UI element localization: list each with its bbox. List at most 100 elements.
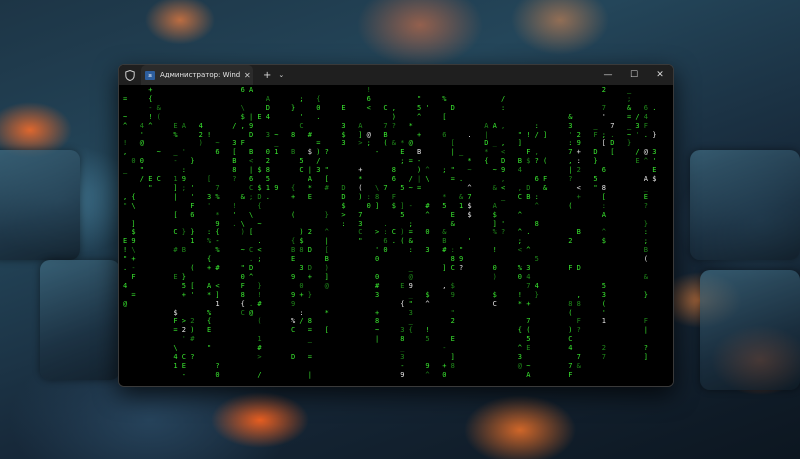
matrix-glyph: C (156, 175, 161, 183)
matrix-glyph: 7 (576, 353, 581, 361)
matrix-glyph: = (123, 94, 128, 103)
minimize-button[interactable]: — (595, 70, 621, 80)
matrix-glyph: \ (240, 103, 245, 112)
matrix-glyph: $ (307, 148, 313, 157)
matrix-glyph: , (517, 183, 523, 192)
matrix-glyph: { (207, 255, 212, 264)
maximize-button[interactable]: ☐ (621, 70, 647, 80)
matrix-glyph: & (391, 139, 397, 148)
matrix-glyph: B (232, 157, 237, 166)
matrix-glyph: _ (123, 166, 128, 175)
matrix-glyph: E (635, 157, 640, 166)
matrix-glyph: ' (181, 148, 187, 157)
matrix-glyph: 2 (601, 344, 607, 353)
matrix-glyph: * (207, 290, 212, 299)
matrix-glyph: & (627, 103, 632, 112)
matrix-glyph: $ (391, 201, 397, 210)
shield-icon (124, 69, 135, 81)
chevron-down-icon[interactable]: ⌄ (278, 71, 284, 79)
matrix-glyph: 7 (526, 281, 531, 290)
matrix-glyph: | (307, 166, 313, 175)
matrix-glyph: # (425, 201, 430, 210)
matrix-glyph: . (610, 130, 615, 139)
matrix-glyph: : (534, 192, 539, 201)
matrix-glyph: , (123, 192, 128, 201)
matrix-glyph: 6 (534, 175, 539, 183)
matrix-glyph: | (324, 237, 329, 246)
matrix-glyph: C (299, 121, 304, 130)
matrix-glyph: { (291, 183, 296, 192)
matrix-glyph: $ (341, 201, 346, 210)
matrix-glyph: { (148, 94, 153, 103)
matrix-glyph: D (450, 103, 455, 112)
matrix-glyph: A (492, 201, 497, 210)
matrix-glyph: " (358, 237, 363, 246)
matrix-glyph: ] (442, 264, 447, 272)
new-tab-button[interactable]: + (263, 70, 271, 81)
matrix-glyph: . (526, 228, 531, 237)
matrix-glyph: < (366, 103, 371, 112)
matrix-glyph: 9 (425, 361, 430, 370)
matrix-glyph: ! (492, 246, 497, 255)
matrix-glyph: # (190, 335, 195, 344)
matrix-glyph: ) (391, 112, 397, 121)
matrix-glyph: } (643, 219, 649, 228)
matrix-glyph: ? (459, 264, 464, 272)
keyboard-key (0, 150, 80, 260)
tab-powershell[interactable]: ≥ Администратор: Windows PowerShell ✕ (141, 65, 253, 85)
matrix-glyph: { (400, 299, 405, 308)
matrix-glyph: * (484, 148, 489, 157)
matrix-glyph: % (492, 228, 497, 237)
matrix-glyph: 4 (173, 353, 178, 361)
matrix-glyph: * (517, 299, 523, 308)
matrix-glyph: _ (459, 148, 464, 157)
matrix-glyph: B (576, 228, 581, 237)
matrix-glyph: ' (425, 103, 430, 112)
matrix-glyph: . (652, 103, 657, 112)
terminal-output[interactable]: = ~ ^!, _, " E! ". 4 @0{\] $9 \ + - F = 4 ' @0 " / +{-! ^ E " &(… (119, 85, 673, 386)
matrix-glyph: 1 (173, 175, 178, 183)
matrix-glyph: ^ (425, 370, 430, 379)
matrix-glyph: 7 (215, 183, 220, 192)
matrix-glyph: 8 (568, 299, 573, 308)
matrix-glyph: ^ (425, 299, 430, 308)
matrix-glyph: E (148, 175, 153, 183)
matrix-glyph: D (501, 157, 506, 166)
matrix-glyph: # (375, 281, 380, 290)
matrix-glyph: D (307, 246, 313, 255)
matrix-glyph: ? (190, 353, 195, 361)
matrix-glyph: 6 (643, 103, 649, 112)
matrix-glyph: _ (627, 121, 632, 130)
matrix-glyph: 0 (366, 201, 371, 210)
matrix-glyph: { (484, 157, 489, 166)
matrix-glyph: ) (358, 192, 363, 201)
matrix-glyph: 3 (568, 121, 573, 130)
matrix-glyph: : (576, 157, 581, 166)
matrix-glyph: B (417, 148, 422, 157)
matrix-glyph: 2 (181, 326, 187, 335)
matrix-glyph: ' (207, 201, 212, 210)
matrix-glyph: 3 (375, 290, 380, 299)
matrix-glyph: _ (274, 139, 279, 148)
matrix-glyph: ( (601, 299, 607, 308)
matrix-glyph: 4 (568, 344, 573, 353)
matrix-glyph: { (408, 326, 413, 335)
matrix-glyph: [ (324, 175, 329, 183)
title-bar[interactable]: ≥ Администратор: Windows PowerShell ✕ + … (119, 65, 673, 85)
matrix-glyph: : (534, 121, 539, 130)
matrix-glyph: | (568, 166, 573, 175)
matrix-glyph: ; (627, 94, 632, 103)
matrix-glyph: D (307, 264, 313, 272)
matrix-glyph: ) (417, 166, 422, 175)
matrix-glyph: 3 (408, 308, 413, 317)
matrix-glyph: 0 (517, 272, 523, 281)
matrix-glyph: 9 (450, 290, 455, 299)
matrix-glyph: 6 (215, 148, 220, 157)
matrix-glyph: / (299, 317, 304, 326)
matrix-glyph: ^ (517, 344, 523, 353)
matrix-glyph: ! (366, 86, 371, 94)
matrix-glyph: * (358, 175, 363, 183)
close-button[interactable]: ✕ (647, 70, 673, 80)
matrix-glyph: ] (215, 290, 220, 299)
close-icon[interactable]: ✕ (244, 71, 251, 80)
